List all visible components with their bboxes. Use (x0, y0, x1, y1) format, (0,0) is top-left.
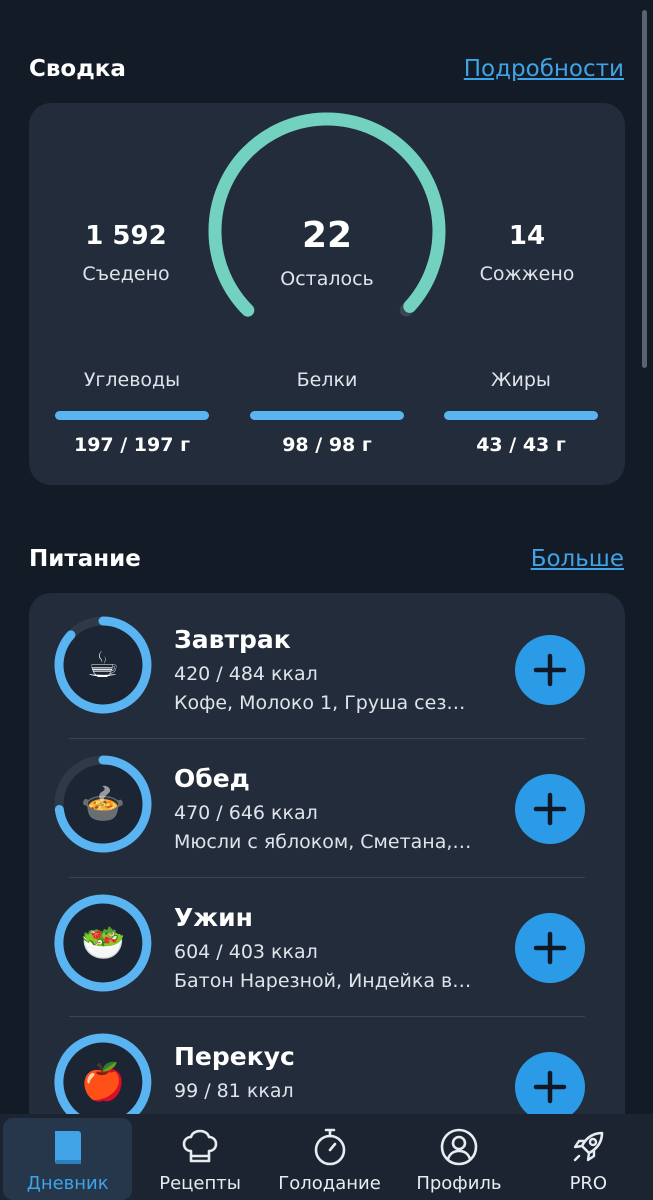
summary-title: Сводка (29, 56, 126, 82)
meal-name: Завтрак (174, 625, 291, 654)
remaining-stat: 22 Осталось (237, 215, 417, 290)
meal-kcal: 470 / 646 ккал (174, 802, 318, 824)
chef-hat-icon (182, 1129, 218, 1163)
meal-dinner[interactable]: 🥗 Ужин 604 / 403 ккал Батон Нарезной, Ин… (29, 871, 625, 1010)
remaining-value: 22 (301, 215, 353, 256)
tab-recipes[interactable]: Рецепты (135, 1114, 264, 1200)
tab-label: Дневник (26, 1173, 109, 1194)
add-dinner-button[interactable] (515, 913, 585, 983)
bottom-tab-bar: Дневник Рецепты Голодание Профиль PRO (0, 1114, 653, 1200)
meal-kcal: 420 / 484 ккал (174, 663, 318, 685)
nutrition-title: Питание (29, 546, 141, 572)
tab-label: Рецепты (159, 1173, 241, 1194)
rocket-icon (574, 1131, 604, 1162)
macro-value: 98 / 98 г (282, 434, 372, 456)
meal-items: Мюсли с яблоком, Сметана, Суп (174, 831, 474, 853)
macro-carbs: Углеводы 197 / 197 г (55, 369, 209, 456)
remaining-label: Осталось (280, 268, 374, 290)
macro-progress-bar (444, 411, 598, 420)
profile-icon (440, 1128, 478, 1166)
salad-icon: 🥗 (80, 923, 126, 964)
macro-value: 43 / 43 г (476, 434, 566, 456)
macro-value: 197 / 197 г (73, 434, 191, 456)
scrollbar[interactable] (642, 10, 647, 368)
tab-label: PRO (569, 1173, 608, 1194)
burned-stat: 14 Сожжено (437, 221, 617, 285)
meal-name: Ужин (174, 903, 253, 932)
plus-icon (533, 792, 567, 826)
tab-fasting[interactable]: Голодание (265, 1114, 394, 1200)
add-snack-button[interactable] (515, 1052, 585, 1122)
tab-profile[interactable]: Профиль (394, 1114, 523, 1200)
meal-kcal: 99 / 81 ккал (174, 1080, 294, 1102)
meal-kcal: 604 / 403 ккал (174, 941, 318, 963)
tab-label: Профиль (416, 1173, 502, 1194)
plus-icon (533, 931, 567, 965)
burned-label: Сожжено (479, 263, 575, 285)
macro-protein: Белки 98 / 98 г (250, 369, 404, 456)
tab-pro[interactable]: PRO (524, 1114, 653, 1200)
tab-diary[interactable]: Дневник (3, 1118, 133, 1200)
macro-fat: Жиры 43 / 43 г (444, 369, 598, 456)
macro-label: Жиры (491, 369, 551, 391)
stopwatch-icon (314, 1128, 345, 1166)
meal-lunch[interactable]: 🍲 Обед 470 / 646 ккал Мюсли с яблоком, С… (29, 732, 625, 871)
summary-card: 1 592 Съедено 22 Осталось 14 Сожжено Угл… (29, 103, 625, 485)
eaten-stat: 1 592 Съедено (36, 221, 216, 285)
coffee-cup-icon: ☕ (86, 644, 120, 686)
more-link[interactable]: Больше (531, 546, 624, 572)
tab-label: Голодание (278, 1173, 381, 1194)
meal-items: Кофе, Молоко 1, Груша сезонная (174, 692, 474, 714)
burned-value: 14 (508, 221, 546, 251)
summary-header: Сводка Подробности (29, 56, 624, 82)
plus-icon (533, 653, 567, 687)
meal-breakfast[interactable]: ☕ Завтрак 420 / 484 ккал Кофе, Молоко 1,… (29, 593, 625, 732)
meal-name: Перекус (174, 1042, 295, 1071)
meal-items: Батон Нарезной, Индейка в соусе (174, 970, 474, 992)
diary-book-icon (54, 1131, 81, 1165)
eaten-value: 1 592 (85, 221, 167, 251)
plus-icon (533, 1070, 567, 1104)
details-link[interactable]: Подробности (464, 56, 624, 82)
add-breakfast-button[interactable] (515, 635, 585, 705)
macro-progress-bar (250, 411, 404, 420)
add-lunch-button[interactable] (515, 774, 585, 844)
soup-bowl-icon: 🍲 (80, 784, 126, 825)
nutrition-header: Питание Больше (29, 546, 624, 572)
meal-name: Обед (174, 764, 250, 793)
macro-label: Углеводы (83, 369, 181, 391)
meals-card: ☕ Завтрак 420 / 484 ккал Кофе, Молоко 1,… (29, 593, 625, 1153)
eaten-label: Съедено (82, 263, 170, 285)
macro-progress-bar (55, 411, 209, 420)
macro-label: Белки (296, 369, 358, 391)
